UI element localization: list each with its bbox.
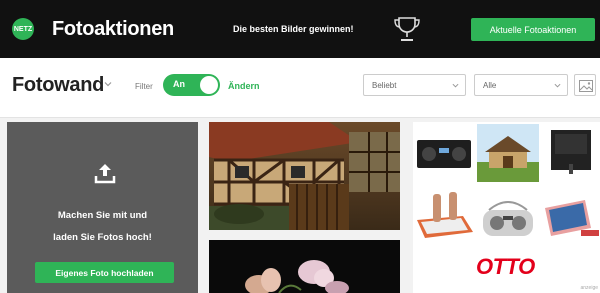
change-filter-link[interactable]: Ändern — [228, 81, 260, 91]
toggle-knob — [200, 76, 218, 94]
top-navigation-bar: NETZ Fotoaktionen Die besten Bilder gewi… — [0, 0, 600, 58]
filter-toggle[interactable]: An — [163, 74, 220, 96]
gallery-view-button[interactable] — [574, 74, 596, 96]
photo-flowers[interactable] — [209, 240, 400, 293]
ad-product-cube-speaker — [551, 130, 591, 174]
ad-product-scale — [417, 192, 473, 238]
photo-half-timbered-house[interactable] — [209, 122, 400, 230]
brand-title[interactable]: Fotoaktionen — [52, 18, 174, 41]
advertisement[interactable]: OTTO anzeige — [413, 122, 600, 293]
chevron-down-icon[interactable] — [104, 80, 112, 88]
fotowand-toolbar: Fotowand Filter An Ändern Beliebt Alle — [0, 58, 600, 118]
half-timbered-house-image — [209, 122, 400, 230]
image-icon — [579, 80, 593, 92]
site-logo[interactable]: NETZ — [12, 18, 34, 40]
category-select[interactable]: Alle — [474, 74, 568, 96]
trophy-icon — [394, 17, 420, 41]
ad-product-boombox — [483, 201, 533, 236]
upload-photo-button[interactable]: Eigenes Foto hochladen — [35, 262, 174, 283]
current-photo-contests-button[interactable]: Aktuelle Fotoaktionen — [471, 18, 595, 41]
chevron-down-icon — [554, 83, 561, 88]
upload-icon — [94, 164, 116, 184]
ad-label: anzeige — [580, 285, 598, 291]
ad-product-tablet — [545, 200, 599, 236]
ad-product-garden-shed — [477, 124, 539, 182]
upload-prompt-line-2: laden Sie Fotos hoch! — [53, 232, 152, 243]
page-title[interactable]: Fotowand — [12, 74, 104, 97]
upload-prompt-line-1: Machen Sie mit und — [57, 210, 148, 221]
sort-select[interactable]: Beliebt — [363, 74, 466, 96]
tagline: Die besten Bilder gewinnen! — [233, 24, 354, 34]
flowers-image — [209, 240, 400, 293]
chevron-down-icon — [452, 83, 459, 88]
sort-select-value: Beliebt — [372, 81, 397, 90]
toggle-state-label: An — [173, 79, 185, 89]
fotowand-page: NETZ Fotoaktionen Die besten Bilder gewi… — [0, 0, 600, 293]
category-select-value: Alle — [483, 81, 497, 90]
ad-brand-otto: OTTO — [476, 254, 535, 279]
filter-label: Filter — [135, 82, 153, 91]
upload-card: Machen Sie mit und laden Sie Fotos hoch!… — [7, 122, 198, 293]
ad-product-speaker — [417, 140, 471, 168]
